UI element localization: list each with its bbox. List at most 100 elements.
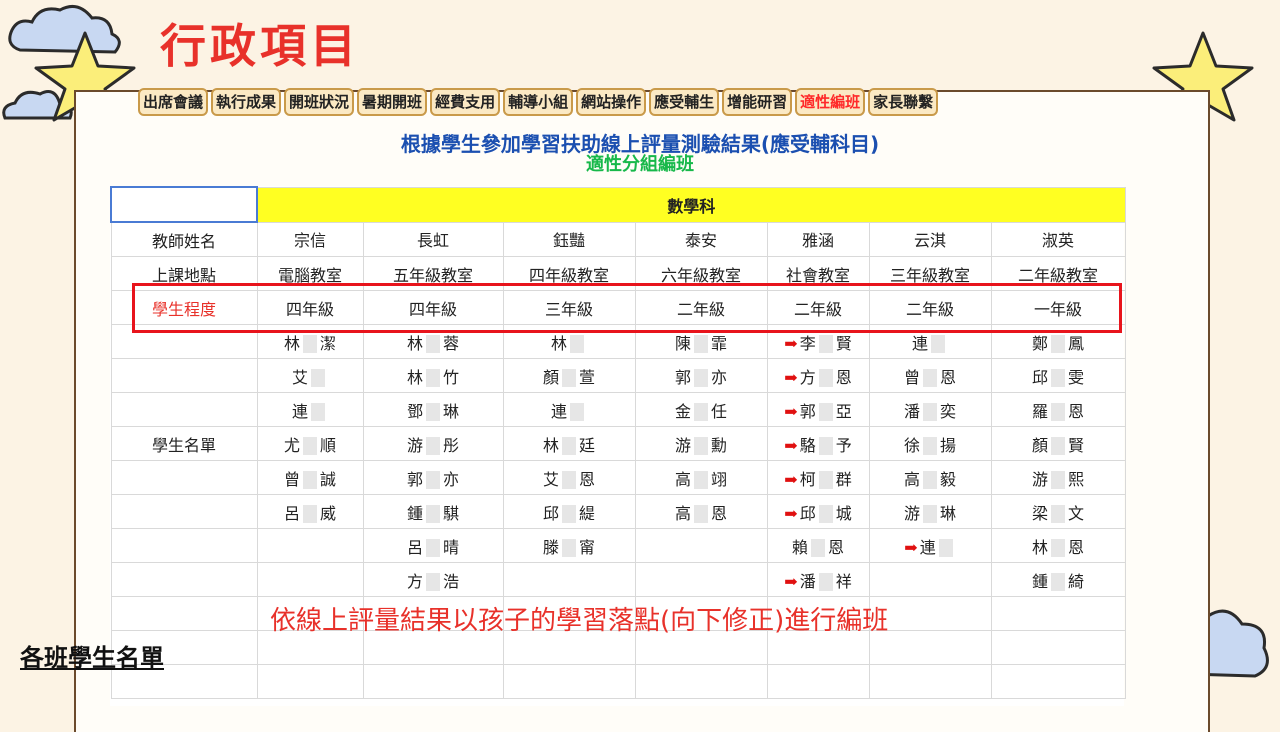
- student-name-end: 威: [320, 503, 337, 523]
- student-name: 徐: [903, 435, 920, 455]
- table-row: 艾林竹顏萱郭亦 ➡ 方恩曾恩邱雯: [110, 358, 1126, 393]
- student-name-cell: 艾: [256, 358, 364, 393]
- student-name-end: 琳: [443, 401, 460, 421]
- student-name-end: 恩: [828, 537, 845, 557]
- redaction-block: [694, 437, 708, 455]
- redaction-block: [426, 471, 440, 489]
- student-name-cell: ➡ 連: [868, 528, 992, 563]
- student-name-end: 城: [835, 503, 852, 523]
- teacher-cell: 雅涵: [766, 221, 870, 257]
- tab-7[interactable]: 應受輔生: [649, 88, 720, 116]
- student-name: 方: [799, 367, 816, 387]
- arrow-right-icon: ➡: [784, 571, 798, 591]
- student-name-end: 予: [835, 435, 852, 455]
- page-title: 行政項目: [160, 19, 360, 73]
- student-name-end: 晴: [443, 537, 460, 557]
- redaction-block: [694, 471, 708, 489]
- student-name: 高: [903, 469, 920, 489]
- student-name-end: 亦: [443, 469, 460, 489]
- student-name-end: 誠: [320, 469, 337, 489]
- student-name: 林: [542, 435, 559, 455]
- tab-0[interactable]: 出席會議: [138, 88, 209, 116]
- tab-10[interactable]: 家長聯繫: [868, 88, 939, 116]
- redaction-block: [562, 471, 576, 489]
- student-name: 駱: [799, 435, 816, 455]
- tab-9[interactable]: 適性編班: [795, 88, 866, 116]
- arrow-right-icon: ➡: [784, 503, 798, 523]
- teacher-cell: 云淇: [868, 221, 992, 257]
- redaction-block: [818, 471, 833, 489]
- student-name: 顏: [1032, 435, 1049, 455]
- student-name-cell: [256, 562, 364, 597]
- student-name: 高: [674, 503, 691, 523]
- student-name-end: 鳳: [1068, 333, 1085, 353]
- student-name-cell: 呂晴: [362, 528, 504, 563]
- student-name-end: 祥: [835, 571, 852, 591]
- tab-6[interactable]: 網站操作: [576, 88, 647, 116]
- student-name-end: 恩: [1068, 537, 1085, 557]
- student-name-cell: 鍾綺: [990, 562, 1126, 597]
- student-name-cell: 游琳: [868, 494, 992, 529]
- student-name: 呂: [283, 503, 300, 523]
- redaction-block: [570, 403, 584, 421]
- redaction-block: [562, 437, 576, 455]
- teacher-cell: 鈺豔: [502, 221, 636, 257]
- table-row: 呂威鍾騏邱緹高恩 ➡ 邱城游琳梁文: [110, 494, 1126, 529]
- redaction-block: [1051, 539, 1066, 557]
- student-name: 柯: [799, 469, 816, 489]
- redaction-block: [923, 471, 937, 489]
- arrow-right-icon: ➡: [784, 401, 798, 421]
- subtitle-green: 適性分組編班: [586, 154, 694, 175]
- student-name: 鍾: [1032, 571, 1049, 591]
- student-name-end: 雯: [1068, 367, 1085, 387]
- selected-cell[interactable]: [110, 186, 258, 223]
- student-name-end: 騏: [443, 503, 460, 523]
- student-name: 連: [550, 401, 567, 421]
- student-name-cell: 游勳: [634, 426, 768, 461]
- student-name-cell: ➡ 郭亞: [766, 392, 870, 427]
- tab-2[interactable]: 開班狀況: [284, 88, 355, 116]
- tab-4[interactable]: 經費支用: [430, 88, 501, 116]
- student-name: 羅: [1032, 401, 1049, 421]
- redaction-block: [1051, 573, 1066, 591]
- redaction-block: [426, 335, 440, 353]
- redaction-block: [311, 369, 325, 387]
- student-name: 林: [283, 333, 300, 353]
- student-name: 潘: [799, 571, 816, 591]
- redaction-block: [426, 437, 440, 455]
- empty-cell: [110, 392, 258, 427]
- table-row: 連鄧琳連金任 ➡ 郭亞潘奕羅恩: [110, 392, 1126, 427]
- redaction-block: [562, 505, 576, 523]
- student-name-end: 亞: [835, 401, 852, 421]
- student-name-end: 恩: [940, 367, 957, 387]
- caption: 各班學生名單: [20, 644, 164, 672]
- student-name: 陳: [674, 333, 691, 353]
- student-name-cell: [256, 528, 364, 563]
- student-name-cell: 曾誠: [256, 460, 364, 495]
- student-name-cell: 呂威: [256, 494, 364, 529]
- redaction-block: [818, 573, 833, 591]
- student-name-cell: 羅恩: [990, 392, 1126, 427]
- student-name-end: 毅: [940, 469, 957, 489]
- tab-3[interactable]: 暑期開班: [357, 88, 428, 116]
- student-name: 林: [406, 333, 423, 353]
- student-name: 林: [550, 333, 567, 353]
- arrow-right-icon: ➡: [904, 537, 918, 557]
- student-name-cell: [634, 528, 768, 563]
- student-name-cell: 高翊: [634, 460, 768, 495]
- student-name: 顏: [542, 367, 559, 387]
- student-name-cell: 鍾騏: [362, 494, 504, 529]
- redaction-block: [923, 403, 937, 421]
- redaction-block: [818, 369, 833, 387]
- student-name-end: 賢: [835, 333, 852, 353]
- redaction-block: [426, 369, 440, 387]
- student-name: 郭: [406, 469, 423, 489]
- tab-1[interactable]: 執行成果: [211, 88, 282, 116]
- tab-5[interactable]: 輔導小組: [503, 88, 574, 116]
- student-name-end: 恩: [1068, 401, 1085, 421]
- redaction-block: [938, 539, 953, 557]
- student-name: 高: [674, 469, 691, 489]
- tab-8[interactable]: 增能研習: [722, 88, 793, 116]
- teacher-cell: 宗信: [256, 221, 364, 257]
- student-name-cell: 滕甯: [502, 528, 636, 563]
